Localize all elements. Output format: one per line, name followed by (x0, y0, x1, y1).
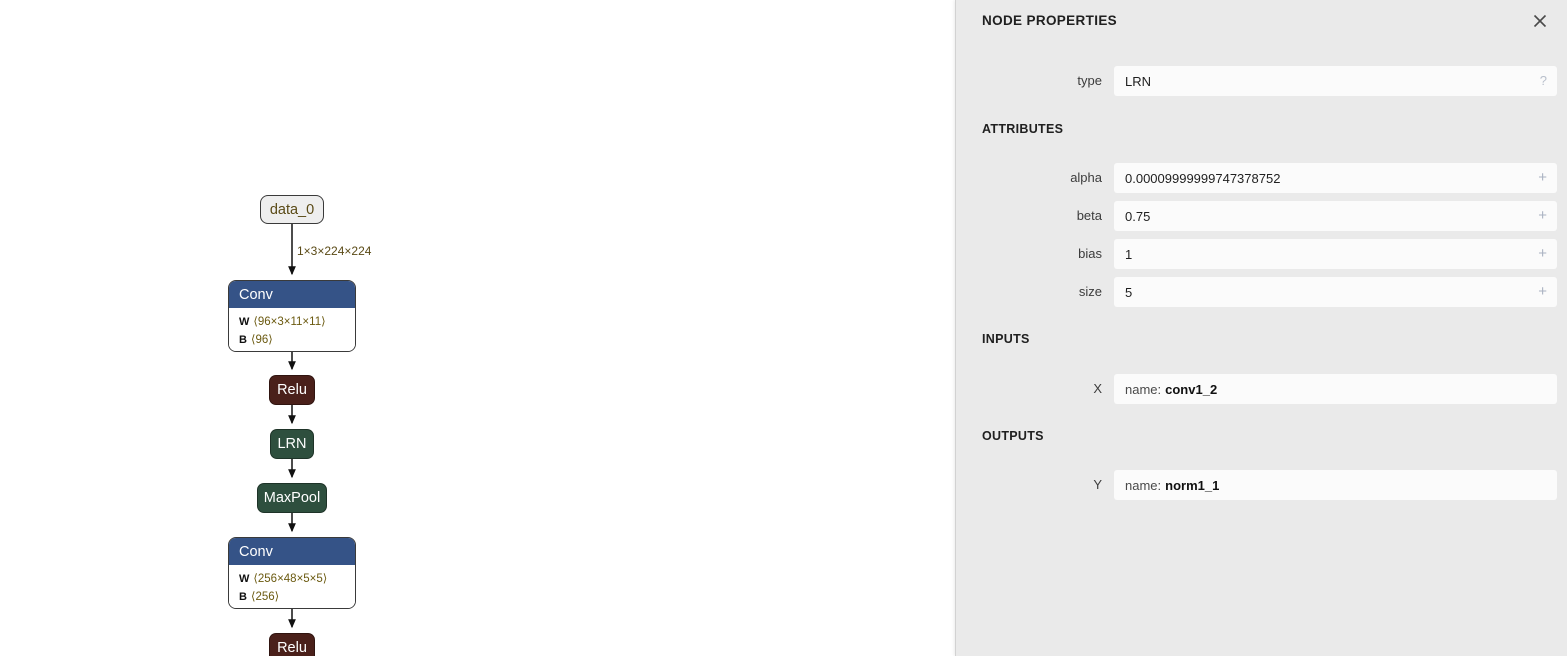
graph-node-param-key: B (239, 334, 247, 346)
attribute-value: 1 (1125, 246, 1133, 262)
attribute-beta-row: beta 0.75 + (956, 201, 1567, 231)
outputs-heading: OUTPUTS (982, 429, 1044, 443)
close-icon[interactable] (1528, 9, 1552, 33)
graph-node-param-row: B ⟨96⟩ (239, 331, 347, 349)
graph-canvas[interactable]: data_0 Conv W ⟨96×3×11×11⟩ B ⟨96⟩ Relu LRN MaxPo… (0, 0, 955, 656)
graph-node-data_0[interactable]: data_0 (260, 195, 324, 224)
graph-node-param-row: W ⟨256×48×5×5⟩ (239, 570, 347, 588)
attribute-size-row: size 5 + (956, 277, 1567, 307)
graph-node-param-dim: ⟨256×48×5×5⟩ (253, 573, 328, 585)
graph-node-body: W ⟨96×3×11×11⟩ B ⟨96⟩ (229, 308, 355, 351)
attribute-bias-row: bias 1 + (956, 239, 1567, 269)
graph-node-label: Relu (277, 382, 307, 398)
inputs-heading: INPUTS (982, 332, 1030, 346)
attribute-size-field[interactable]: 5 + (1114, 277, 1557, 307)
type-value: LRN (1125, 73, 1152, 89)
output-Y-label: Y (1093, 477, 1102, 492)
input-X-row: Xname: conv1_2 (956, 374, 1567, 404)
graph-node-relu2[interactable]: Relu (269, 633, 315, 656)
graph-node-param-row: W ⟨96×3×11×11⟩ (239, 313, 347, 331)
attribute-bias-field[interactable]: 1 + (1114, 239, 1557, 269)
graph-node-label: LRN (277, 436, 307, 452)
type-value-field[interactable]: LRN ? (1114, 66, 1557, 96)
type-row: type LRN ? (956, 66, 1567, 96)
graph-node-header: Conv (229, 538, 355, 565)
graph-node-param-key: B (239, 591, 247, 603)
attribute-bias-label: bias (1078, 246, 1102, 261)
attribute-beta-label: beta (1076, 208, 1102, 223)
output-name-prefix: name: (1125, 477, 1162, 493)
graph-node-label: MaxPool (263, 490, 321, 506)
graph-node-param-row: B ⟨256⟩ (239, 588, 347, 606)
type-label: type (1077, 73, 1102, 88)
graph-node-maxpool1[interactable]: MaxPool (257, 483, 327, 513)
input-X-label: X (1093, 381, 1102, 396)
graph-node-body: W ⟨256×48×5×5⟩ B ⟨256⟩ (229, 565, 355, 608)
page-title: NODE PROPERTIES (982, 13, 1118, 28)
graph-node-param-key: W (239, 316, 250, 328)
panel-header: NODE PROPERTIES (956, 0, 1567, 44)
graph-node-label: data_0 (269, 201, 315, 218)
graph-node-param-dim: ⟨256⟩ (250, 591, 280, 603)
output-name-value: norm1_1 (1165, 477, 1220, 493)
plus-icon[interactable]: + (1538, 201, 1547, 231)
attribute-value: 0.75 (1125, 208, 1151, 224)
node-properties-panel: NODE PROPERTIES type LRN ? ATTRIBUTES al… (955, 0, 1567, 656)
plus-icon[interactable]: + (1538, 239, 1547, 269)
graph-node-conv1[interactable]: Conv W ⟨96×3×11×11⟩ B ⟨96⟩ (228, 280, 356, 352)
graph-node-param-dim: ⟨96⟩ (250, 334, 273, 346)
app-root: data_0 Conv W ⟨96×3×11×11⟩ B ⟨96⟩ Relu LRN MaxPo… (0, 0, 1567, 656)
attribute-value: 0.00009999999747378752 (1125, 170, 1281, 186)
plus-icon[interactable]: + (1538, 163, 1547, 193)
graph-node-relu1[interactable]: Relu (269, 375, 315, 405)
plus-icon[interactable]: + (1538, 277, 1547, 307)
input-X-field[interactable]: name: conv1_2 (1114, 374, 1557, 404)
graph-node-header: Conv (229, 281, 355, 308)
graph-node-lrn1[interactable]: LRN (270, 429, 314, 459)
attribute-alpha-label: alpha (1070, 170, 1102, 185)
attribute-value: 5 (1125, 284, 1133, 300)
attribute-alpha-row: alpha 0.00009999999747378752 + (956, 163, 1567, 193)
graph-edge-label: 1×3×224×224 (297, 244, 372, 258)
attribute-alpha-field[interactable]: 0.00009999999747378752 + (1114, 163, 1557, 193)
graph-edges (288, 224, 296, 629)
graph-node-label: Relu (277, 640, 307, 656)
graph-node-param-key: W (239, 573, 250, 585)
input-name-value: conv1_2 (1165, 381, 1218, 397)
output-Y-row: Yname: norm1_1 (956, 470, 1567, 500)
output-Y-field[interactable]: name: norm1_1 (1114, 470, 1557, 500)
input-name-prefix: name: (1125, 381, 1162, 397)
attribute-beta-field[interactable]: 0.75 + (1114, 201, 1557, 231)
attributes-heading: ATTRIBUTES (982, 122, 1064, 136)
graph-node-param-dim: ⟨96×3×11×11⟩ (253, 316, 326, 328)
help-icon[interactable]: ? (1540, 66, 1547, 96)
attribute-size-label: size (1078, 284, 1102, 299)
graph-node-conv2[interactable]: Conv W ⟨256×48×5×5⟩ B ⟨256⟩ (228, 537, 356, 609)
